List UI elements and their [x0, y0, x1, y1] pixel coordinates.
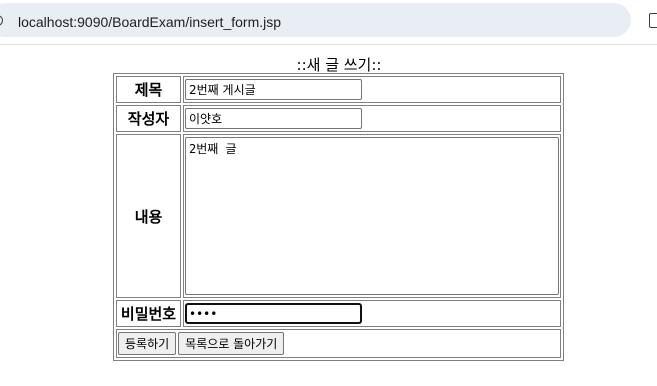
writer-row: 작성자 — [116, 105, 561, 132]
content-textarea[interactable]: 2번째 글 — [185, 137, 559, 295]
write-form-table: 제목 작성자 내용 2번째 글 비밀번호 등록하기목록으로 돌아가기 — [113, 73, 564, 361]
password-cell — [183, 300, 561, 327]
title-row: 제목 — [116, 76, 561, 103]
info-icon[interactable]: i — [0, 15, 3, 26]
buttons-cell: 등록하기 목록으로 돌아가기 — [116, 329, 561, 358]
writer-label: 작성자 — [116, 105, 181, 132]
tab-icon[interactable] — [649, 13, 657, 28]
content-cell: 2번째 글 — [183, 134, 561, 298]
title-label: 제목 — [116, 76, 181, 103]
back-to-list-button[interactable]: 목록으로 돌아가기 — [178, 332, 285, 355]
page-title: ::새 글 쓰기:: — [296, 56, 382, 74]
url-text[interactable]: localhost:9090/BoardExam/insert_form.jsp — [18, 14, 281, 30]
content-label: 내용 — [116, 134, 181, 298]
content-row: 내용 2번째 글 — [116, 134, 561, 298]
submit-button[interactable]: 등록하기 — [118, 332, 177, 355]
browser-toolbar: i localhost:9090/BoardExam/insert_form.j… — [0, 0, 657, 45]
title-input[interactable] — [185, 79, 362, 100]
writer-cell — [183, 105, 561, 132]
password-row: 비밀번호 — [116, 300, 561, 327]
writer-input[interactable] — [185, 108, 362, 129]
buttons-row: 등록하기 목록으로 돌아가기 — [116, 329, 561, 358]
title-cell — [183, 76, 561, 103]
password-input[interactable] — [185, 303, 362, 324]
address-bar[interactable]: i localhost:9090/BoardExam/insert_form.j… — [0, 3, 631, 37]
password-label: 비밀번호 — [116, 300, 181, 327]
